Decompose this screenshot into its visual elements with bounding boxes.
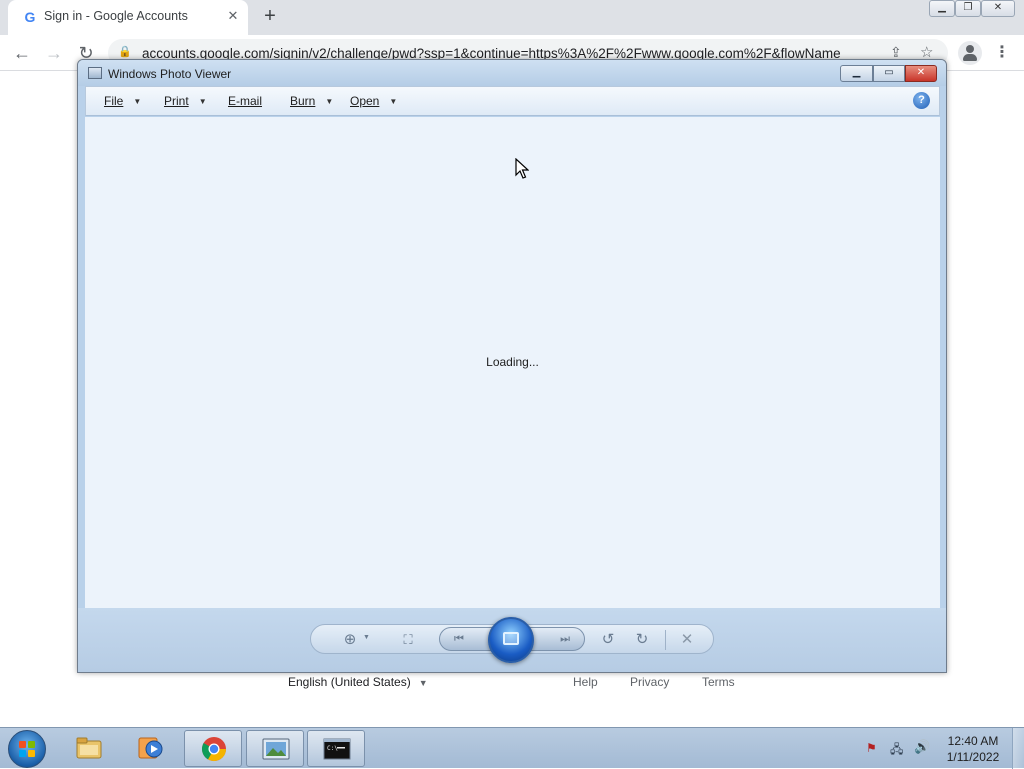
tab-title: Sign in - Google Accounts <box>44 9 188 23</box>
browser-close-button[interactable]: ✕ <box>981 0 1015 17</box>
tab-close-icon[interactable]: ✕ <box>224 7 242 25</box>
command-prompt-icon: C:\ <box>323 738 351 760</box>
photo-viewer-menubar: File ▼ Print ▼ E-mail Burn ▼ Open ▼ ? <box>85 86 940 116</box>
google-footer: English (United States) ▼ Help Privacy Te… <box>0 670 1024 694</box>
browser-minimize-button[interactable]: ▁ <box>929 0 955 17</box>
loading-status: Loading... <box>486 355 539 369</box>
maximize-button[interactable]: ▭ <box>873 65 905 82</box>
new-tab-button[interactable]: + <box>258 5 282 29</box>
photo-viewer-icon <box>262 738 290 760</box>
profile-icon[interactable] <box>958 41 982 65</box>
close-button[interactable]: ✕ <box>905 65 937 82</box>
chevron-down-icon: ▼ <box>418 678 428 688</box>
clock-date[interactable]: 1/11/2022 <box>940 750 1006 764</box>
chrome-icon <box>201 737 226 762</box>
network-icon[interactable]: 🖧 <box>890 740 903 761</box>
chevron-down-icon: ▼ <box>325 97 334 106</box>
open-menu[interactable]: Open ▼ <box>350 94 397 108</box>
help-link[interactable]: Help <box>573 675 598 689</box>
burn-menu[interactable]: Burn ▼ <box>290 94 333 108</box>
back-icon[interactable]: ← <box>10 41 34 65</box>
rotate-ccw-icon[interactable]: ↺ <box>597 629 619 651</box>
minimize-button[interactable]: ▁ <box>840 65 873 82</box>
rotate-cw-icon[interactable]: ↻ <box>631 629 653 651</box>
volume-icon[interactable]: 🔊 <box>914 739 930 755</box>
privacy-link[interactable]: Privacy <box>630 675 669 689</box>
playback-controls: ⊕ ▼ ⛶ ⏮ ⏭ ↺ ↻ ✕ <box>310 617 714 663</box>
taskbar-windows-media-player[interactable] <box>121 730 179 767</box>
delete-icon[interactable]: ✕ <box>676 629 698 651</box>
photo-viewer-controlbar: ⊕ ▼ ⛶ ⏮ ⏭ ↺ ↻ ✕ <box>78 608 946 672</box>
chevron-down-icon[interactable]: ▼ <box>363 634 370 641</box>
svg-text:C:\: C:\ <box>327 745 338 752</box>
email-button[interactable]: E-mail <box>228 94 262 108</box>
show-desktop-button[interactable] <box>1012 728 1024 769</box>
zoom-icon[interactable]: ⊕ <box>339 629 361 651</box>
divider <box>665 630 666 650</box>
media-player-icon <box>138 737 163 759</box>
photo-viewer-app-icon <box>88 67 102 79</box>
chevron-down-icon: ▼ <box>198 97 207 106</box>
menu-icon[interactable]: ⋮ <box>992 41 1012 65</box>
image-display-area[interactable]: Loading... <box>85 117 940 608</box>
slideshow-icon[interactable] <box>488 617 534 663</box>
fit-to-window-icon[interactable]: ⛶ <box>397 629 419 651</box>
mouse-cursor-icon <box>515 158 529 179</box>
next-icon[interactable]: ⏭ <box>525 627 585 651</box>
forward-icon[interactable]: → <box>42 41 66 65</box>
folder-icon <box>76 737 102 759</box>
start-button[interactable] <box>8 730 46 768</box>
browser-tab[interactable]: G Sign in - Google Accounts ✕ <box>8 0 248 35</box>
taskbar-windows-photo-viewer[interactable] <box>246 730 304 767</box>
taskbar-google-chrome[interactable] <box>184 730 242 767</box>
chevron-down-icon: ▼ <box>389 97 398 106</box>
help-icon[interactable]: ? <box>913 92 930 109</box>
chevron-down-icon: ▼ <box>133 97 142 106</box>
file-menu[interactable]: File ▼ <box>104 94 141 108</box>
lock-icon[interactable]: 🔒 <box>118 45 132 58</box>
taskbar-windows-explorer[interactable] <box>60 730 118 767</box>
action-center-icon[interactable]: ⚑ <box>866 741 877 755</box>
taskbar: C:\ ⚑ 🖧 🔊 12:40 AM 1/11/2022 <box>0 727 1024 769</box>
taskbar-command-prompt[interactable]: C:\ <box>307 730 365 767</box>
window-title: Windows Photo Viewer <box>108 67 232 81</box>
language-label: English (United States) <box>288 675 411 689</box>
photo-viewer-window: Windows Photo Viewer ▁ ▭ ✕ File ▼ Print ▼ … <box>77 59 947 673</box>
windows-logo-icon <box>19 741 36 758</box>
google-favicon-icon: G <box>24 9 36 25</box>
browser-tab-strip: G Sign in - Google Accounts ✕ + ▁ ❐ ✕ <box>0 0 1024 35</box>
terms-link[interactable]: Terms <box>702 675 735 689</box>
browser-restore-button[interactable]: ❐ <box>955 0 981 17</box>
photo-viewer-titlebar[interactable]: Windows Photo Viewer ▁ ▭ ✕ <box>78 60 946 86</box>
language-select[interactable]: English (United States) ▼ <box>288 675 428 689</box>
print-menu[interactable]: Print ▼ <box>164 94 207 108</box>
clock-time[interactable]: 12:40 AM <box>940 734 1006 748</box>
